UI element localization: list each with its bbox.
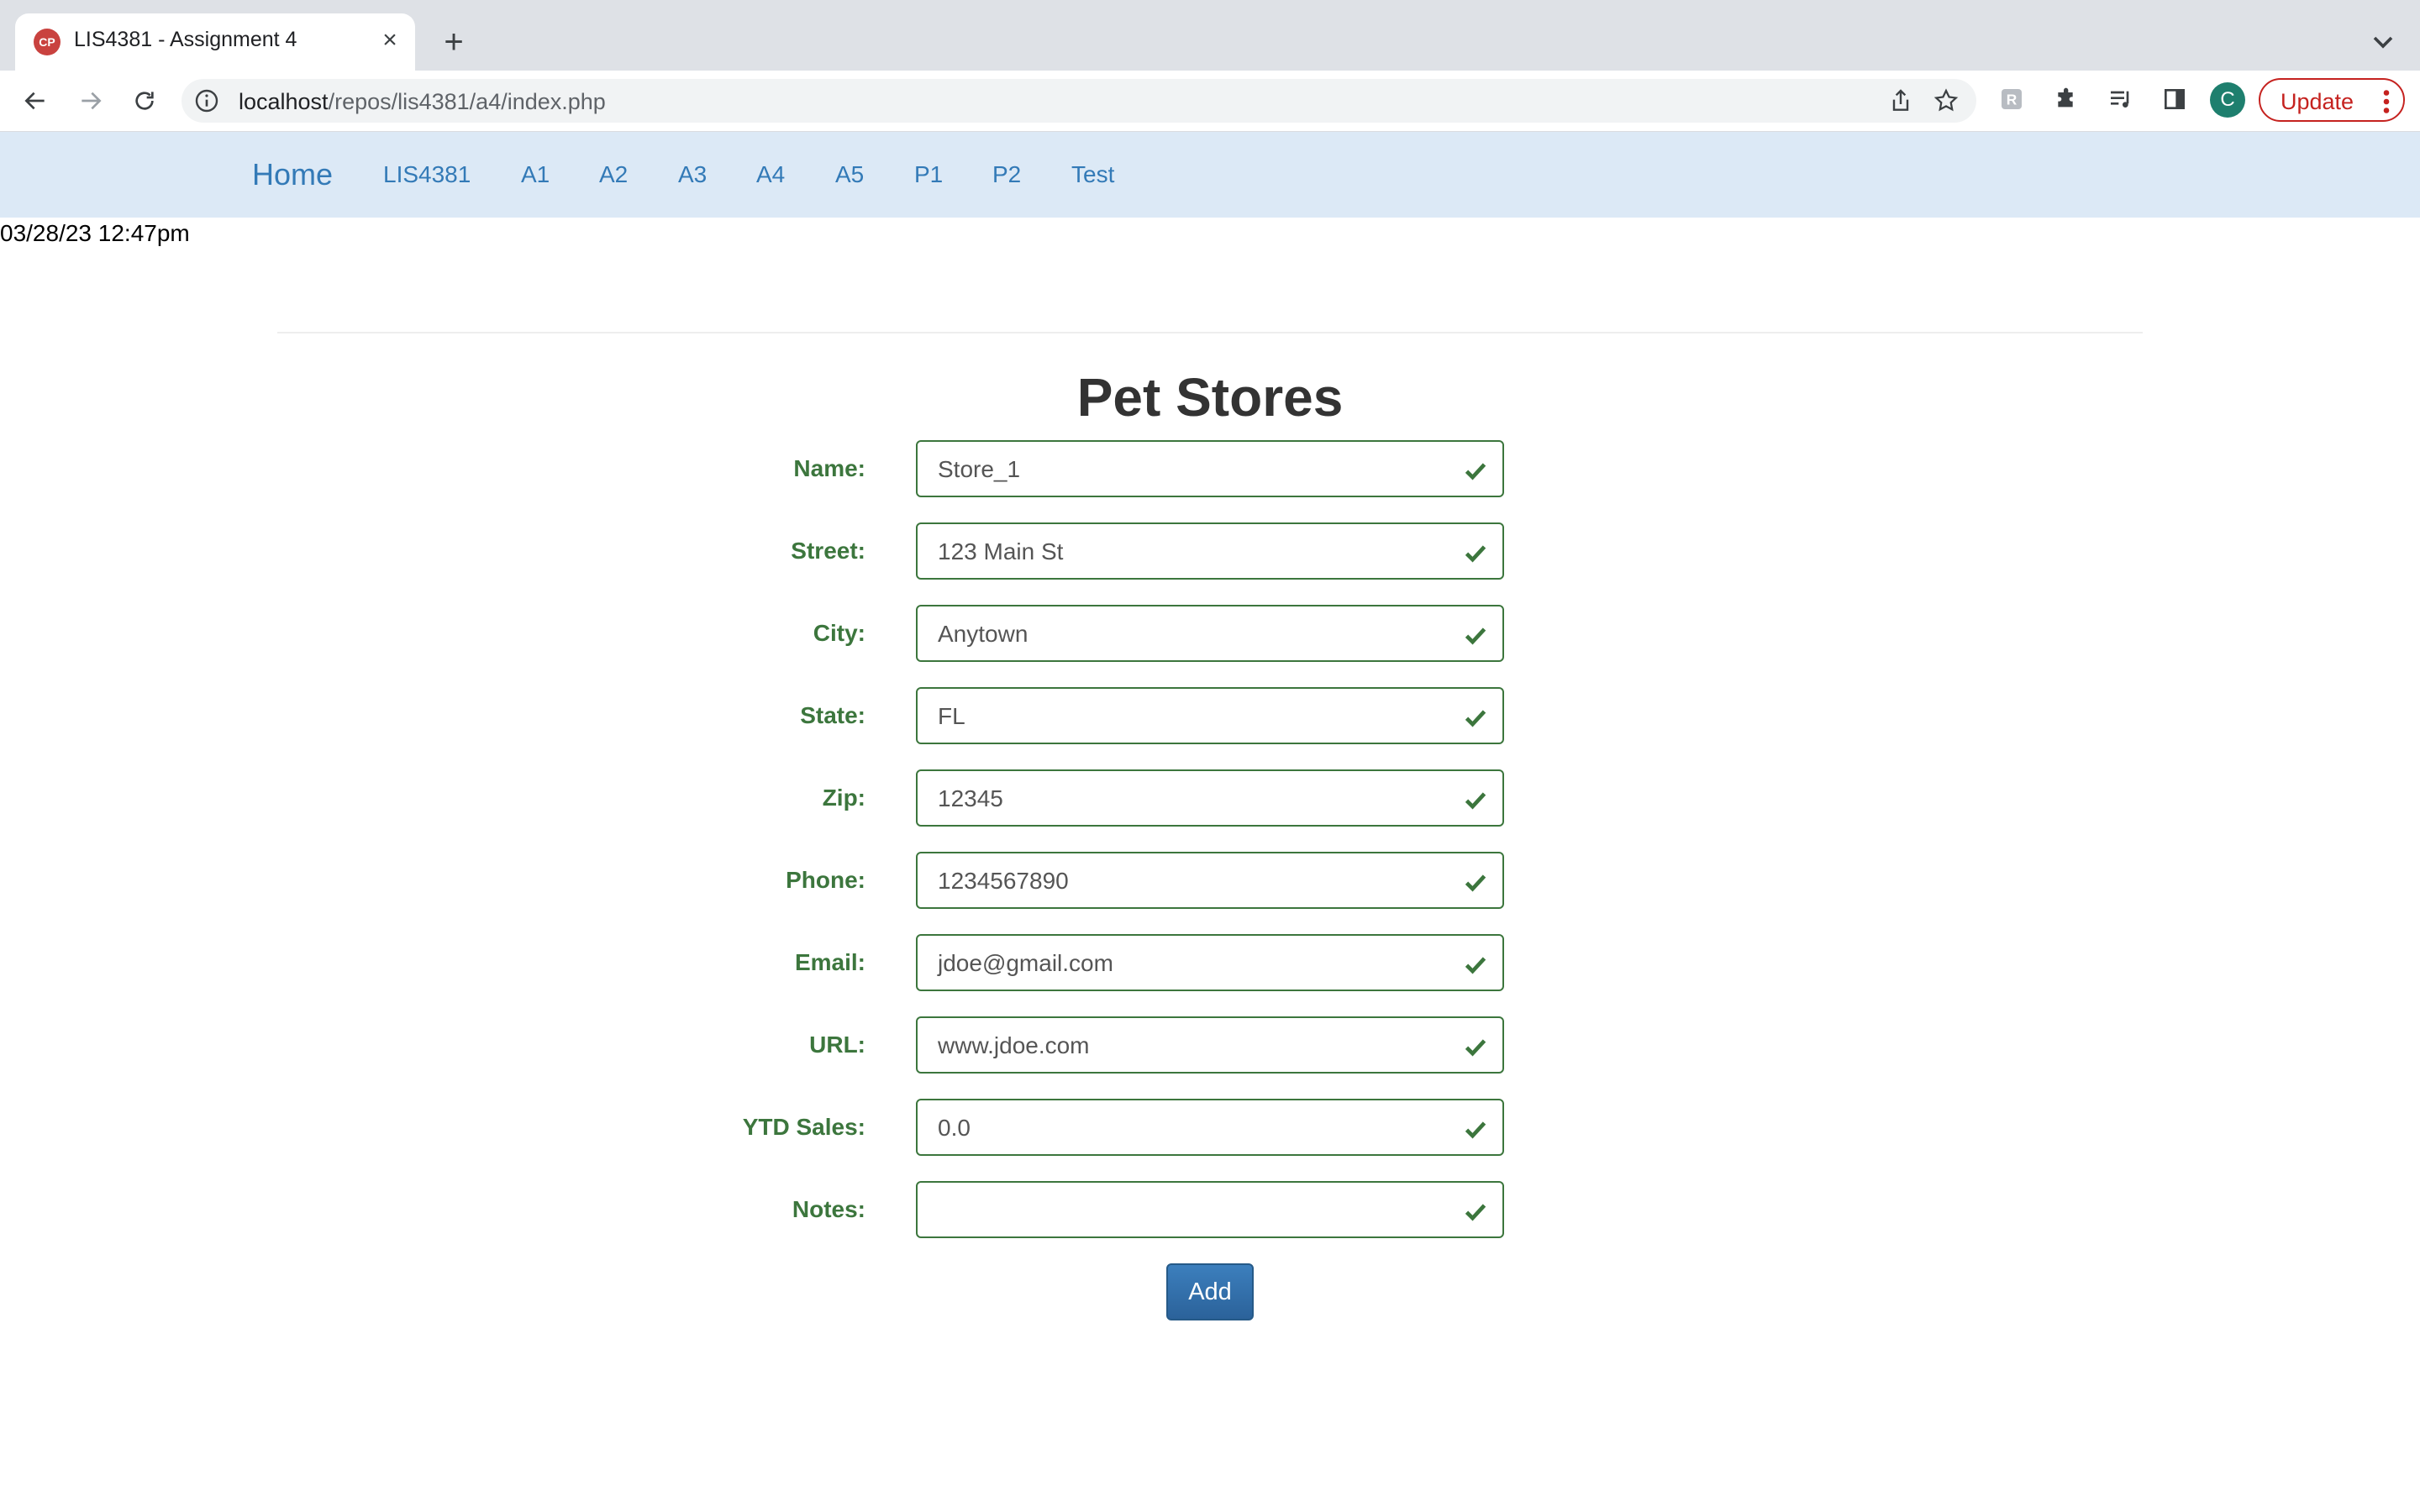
form-row-zip: Zip: 12345 bbox=[0, 769, 2420, 827]
ytd-sales-label: YTD Sales: bbox=[742, 1114, 865, 1140]
media-control-icon[interactable] bbox=[2104, 82, 2138, 116]
valid-check-icon bbox=[1465, 957, 1486, 974]
notes-label: Notes: bbox=[792, 1196, 865, 1222]
phone-value: 1234567890 bbox=[938, 868, 1069, 894]
form-row-notes: Notes: bbox=[0, 1181, 2420, 1238]
nav-link-a5[interactable]: A5 bbox=[835, 161, 864, 188]
phone-label: Phone: bbox=[786, 867, 865, 893]
page-title: Pet Stores bbox=[1076, 367, 1344, 428]
name-label: Name: bbox=[793, 455, 865, 481]
street-input[interactable]: 123 Main St bbox=[916, 522, 1504, 580]
form-row-street: Street: 123 Main St bbox=[0, 522, 2420, 580]
valid-check-icon bbox=[1465, 1039, 1486, 1057]
nav-link-a4[interactable]: A4 bbox=[756, 161, 785, 188]
form-row-phone: Phone: 1234567890 bbox=[0, 852, 2420, 909]
profile-avatar[interactable]: C bbox=[2210, 82, 2245, 118]
form-row-url: URL: www.jdoe.com bbox=[0, 1016, 2420, 1074]
zip-input[interactable]: 12345 bbox=[916, 769, 1504, 827]
update-label: Update bbox=[2281, 89, 2354, 114]
nav-home-link[interactable]: Home bbox=[252, 157, 333, 192]
ytd-sales-value: 0.0 bbox=[938, 1115, 971, 1141]
form-row-state: State: FL bbox=[0, 687, 2420, 744]
extensions-puzzle-icon[interactable] bbox=[2050, 82, 2084, 116]
url-text: localhost/repos/lis4381/a4/index.php bbox=[239, 89, 606, 114]
form-row-city: City: Anytown bbox=[0, 605, 2420, 662]
city-value: Anytown bbox=[938, 621, 1028, 647]
svg-text:R: R bbox=[2007, 92, 2018, 108]
browser-tab[interactable]: CP LIS4381 - Assignment 4 × bbox=[15, 13, 415, 71]
site-info-icon[interactable] bbox=[193, 87, 220, 114]
state-input[interactable]: FL bbox=[916, 687, 1504, 744]
url-input[interactable]: www.jdoe.com bbox=[916, 1016, 1504, 1074]
valid-check-icon bbox=[1465, 1121, 1486, 1139]
side-panel-icon[interactable] bbox=[2158, 82, 2191, 116]
state-value: FL bbox=[938, 703, 965, 729]
nav-link-p2[interactable]: P2 bbox=[992, 161, 1021, 188]
city-input[interactable]: Anytown bbox=[916, 605, 1504, 662]
divider bbox=[277, 332, 2143, 333]
email-label: Email: bbox=[794, 949, 865, 975]
valid-check-icon bbox=[1465, 463, 1486, 480]
share-icon[interactable] bbox=[1887, 87, 1914, 114]
update-button[interactable]: Update bbox=[2259, 78, 2405, 122]
email-value: jdoe@gmail.com bbox=[938, 950, 1113, 976]
form-row-name: Name: Store_1 bbox=[0, 440, 2420, 497]
name-input[interactable]: Store_1 bbox=[916, 440, 1504, 497]
bookmark-star-icon[interactable] bbox=[1933, 87, 1960, 114]
add-button[interactable]: Add bbox=[1166, 1263, 1254, 1320]
state-label: State: bbox=[800, 702, 865, 728]
nav-link-test[interactable]: Test bbox=[1071, 161, 1114, 188]
nav-link-a3[interactable]: A3 bbox=[678, 161, 707, 188]
valid-check-icon bbox=[1465, 545, 1486, 563]
extension-r-icon[interactable]: R bbox=[1995, 82, 2028, 116]
back-icon[interactable] bbox=[17, 82, 54, 119]
nav-link-p1[interactable]: P1 bbox=[914, 161, 943, 188]
tab-close-icon[interactable]: × bbox=[375, 25, 405, 55]
current-datetime: 03/28/23 12:47pm bbox=[0, 220, 190, 246]
notes-input[interactable] bbox=[916, 1181, 1504, 1238]
valid-check-icon bbox=[1465, 792, 1486, 810]
address-bar[interactable]: localhost/repos/lis4381/a4/index.php bbox=[182, 79, 1976, 123]
city-label: City: bbox=[813, 620, 865, 646]
tab-title: LIS4381 - Assignment 4 bbox=[74, 28, 297, 51]
zip-value: 12345 bbox=[938, 785, 1003, 811]
valid-check-icon bbox=[1465, 1204, 1486, 1221]
nav-link-a1[interactable]: A1 bbox=[521, 161, 550, 188]
url-label: URL: bbox=[809, 1032, 865, 1058]
favicon-icon: CP bbox=[34, 29, 60, 55]
forward-icon[interactable] bbox=[72, 82, 109, 119]
street-label: Street: bbox=[791, 538, 865, 564]
reload-icon[interactable] bbox=[126, 82, 163, 119]
ytd-sales-input[interactable]: 0.0 bbox=[916, 1099, 1504, 1156]
nav-link-a2[interactable]: A2 bbox=[599, 161, 628, 188]
tab-search-chevron-icon[interactable] bbox=[2366, 25, 2400, 59]
nav-link-lis4381[interactable]: LIS4381 bbox=[383, 161, 471, 188]
name-value: Store_1 bbox=[938, 456, 1021, 482]
valid-check-icon bbox=[1465, 627, 1486, 645]
email-input[interactable]: jdoe@gmail.com bbox=[916, 934, 1504, 991]
form-row-email: Email: jdoe@gmail.com bbox=[0, 934, 2420, 991]
valid-check-icon bbox=[1465, 874, 1486, 892]
new-tab-icon[interactable]: + bbox=[435, 24, 472, 60]
zip-label: Zip: bbox=[822, 785, 865, 811]
street-value: 123 Main St bbox=[938, 538, 1064, 564]
valid-check-icon bbox=[1465, 710, 1486, 727]
more-menu-icon[interactable] bbox=[2378, 87, 2395, 117]
phone-input[interactable]: 1234567890 bbox=[916, 852, 1504, 909]
url-value: www.jdoe.com bbox=[938, 1032, 1090, 1058]
form-row-ytd-sales: YTD Sales: 0.0 bbox=[0, 1099, 2420, 1156]
tab-strip: CP LIS4381 - Assignment 4 × + bbox=[0, 0, 2420, 71]
site-navbar: Home LIS4381 A1 A2 A3 A4 A5 P1 P2 Test bbox=[0, 132, 2420, 218]
